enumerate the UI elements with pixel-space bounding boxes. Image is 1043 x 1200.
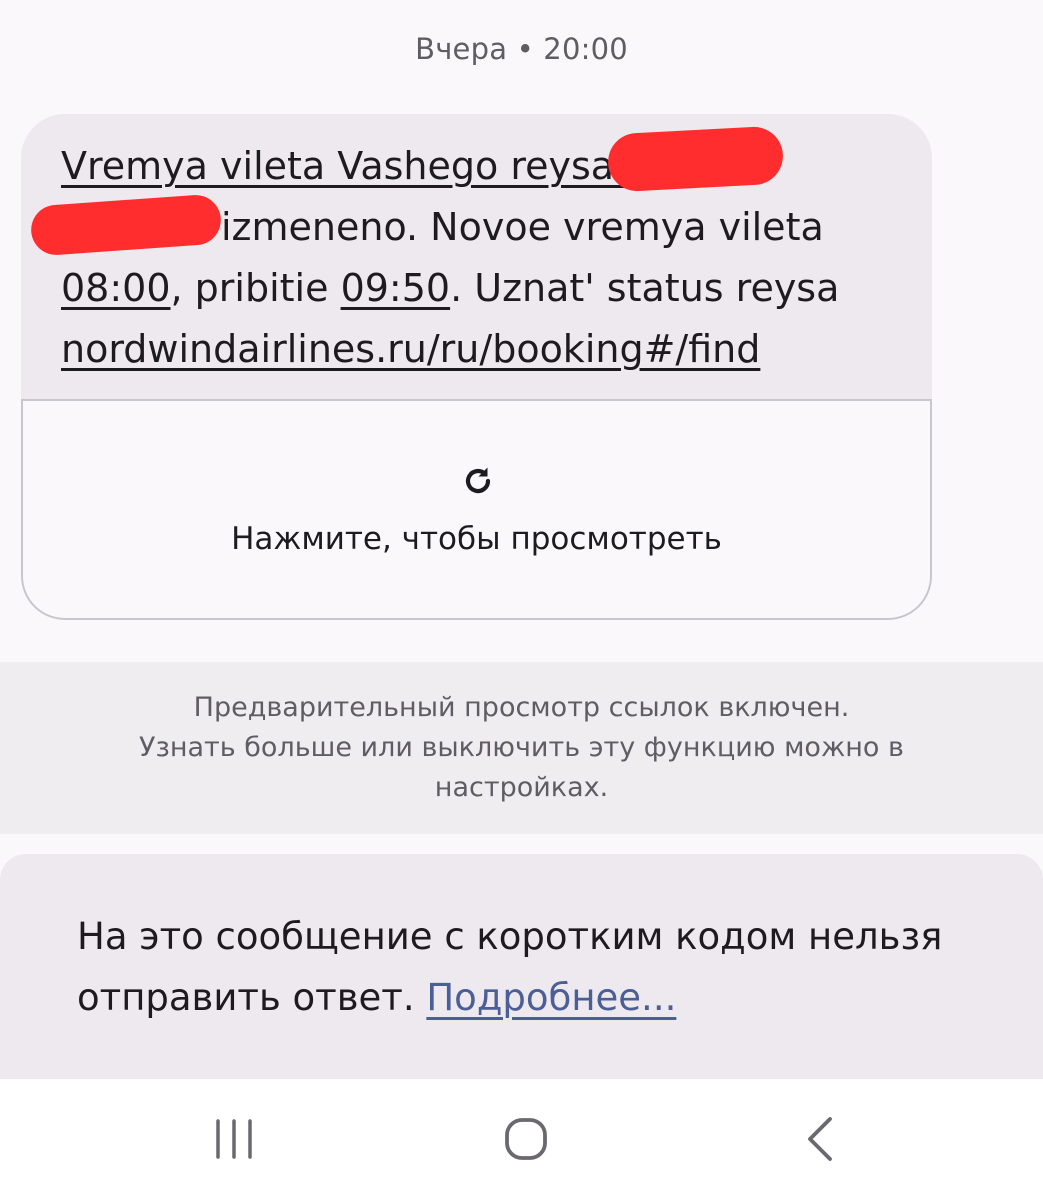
link-preview-card[interactable]: Нажмите, чтобы просмотреть xyxy=(21,399,932,620)
message-line-4: nordwindairlines.ru/ru/booking#/find xyxy=(61,319,911,380)
learn-more-link[interactable]: Подробнее... xyxy=(426,976,676,1019)
message-line-3: 08:00, pribitie 09:50. Uznat' status rey… xyxy=(61,266,840,310)
arrival-time-link[interactable]: 09:50 xyxy=(341,266,451,310)
system-navigation-bar xyxy=(0,1079,1043,1200)
home-icon[interactable] xyxy=(486,1109,566,1169)
short-code-reply-notice: На это сообщение с коротким кодом нельзя… xyxy=(0,854,1043,1079)
redaction-mark-1 xyxy=(606,125,785,193)
sms-conversation-screen: Вчера • 20:00 Vremya vileta Vashego reys… xyxy=(0,0,1043,1200)
message-body: Vremya vileta Vashego reysa N izmeneno. … xyxy=(61,136,911,380)
back-icon[interactable] xyxy=(778,1109,858,1169)
departure-time-link[interactable]: 08:00 xyxy=(61,266,171,310)
recents-icon[interactable] xyxy=(194,1109,274,1169)
refresh-icon xyxy=(465,467,491,494)
message-line-1: Vremya vileta Vashego reysa N xyxy=(61,136,911,197)
link-preview-label: Нажмите, чтобы просмотреть xyxy=(231,521,722,557)
link-preview-info: Предварительный просмотр ссылок включен.… xyxy=(0,662,1043,834)
message-timestamp: Вчера • 20:00 xyxy=(415,32,628,66)
booking-url-link[interactable]: nordwindairlines.ru/ru/booking#/find xyxy=(61,327,760,371)
link-preview-info-text: Предварительный просмотр ссылок включен.… xyxy=(139,692,904,803)
message-bubble[interactable]: Vremya vileta Vashego reysa N izmeneno. … xyxy=(21,114,932,620)
reply-notice-text: На это сообщение с коротким кодом нельзя… xyxy=(77,915,943,1019)
